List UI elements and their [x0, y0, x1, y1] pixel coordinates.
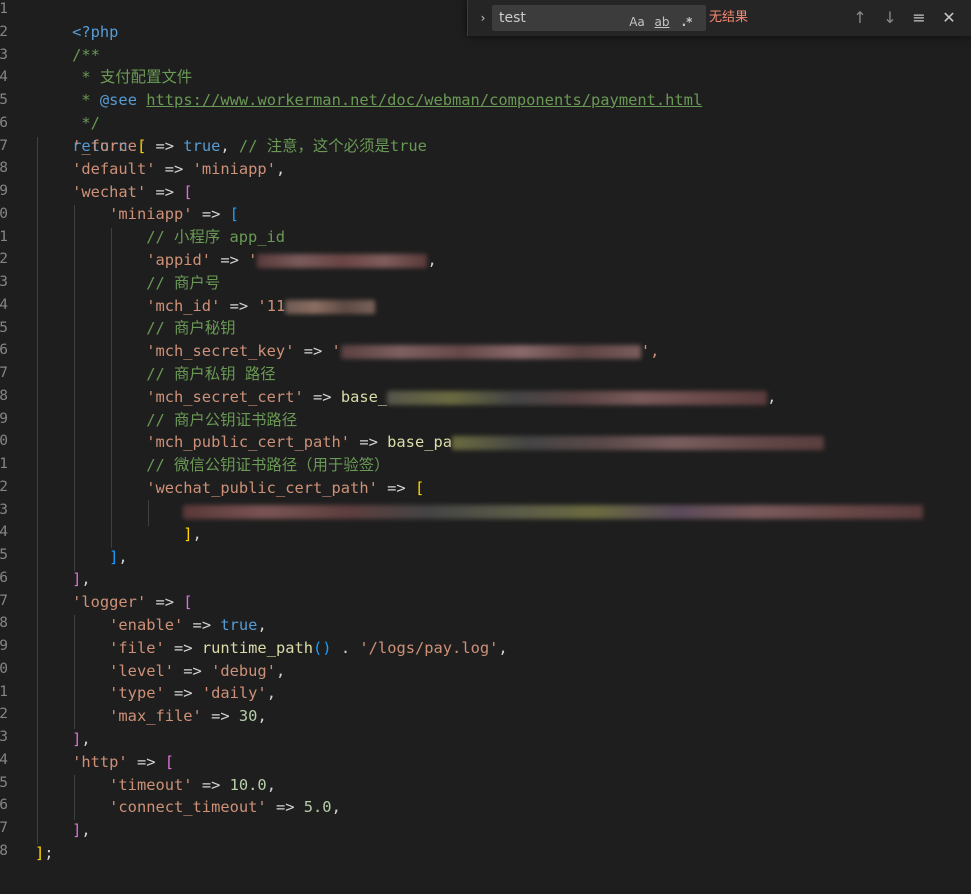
line-number: 8: [0, 842, 8, 859]
redacted-value: [452, 435, 825, 450]
redacted-value: [340, 344, 641, 359]
code-line: <?php: [35, 0, 118, 41]
line-number: 3: [0, 501, 8, 518]
line-number: 7: [0, 592, 8, 609]
line-number: 0: [0, 205, 8, 222]
code-line: 'mch_secret_cert' => base_,: [146, 388, 777, 406]
line-number: 9: [0, 410, 8, 427]
line-number: 2: [0, 23, 8, 40]
code-line: // 微信公钥证书路径（用于验签）: [146, 456, 390, 474]
doc-tag: @see: [99, 90, 137, 109]
line-number: 4: [0, 69, 8, 86]
line-number: 4: [0, 751, 8, 768]
line-number: 5: [0, 92, 8, 108]
line-number: 7: [0, 137, 8, 154]
code-line: 'mch_id' => '11: [35, 295, 376, 318]
line-number-gutter: 1 2 3 4 5 6 7 8 9 0 1 2 3 4 5 6 7 8 9 0 1 2 3 4 5 6 7 8 9 0 1 2 3 4 5 6 7 8: [0, 0, 18, 894]
code-line: 'file' => runtime_path() . '/logs/pay.lo…: [109, 639, 508, 657]
code-line: 'miniapp' => [: [109, 205, 239, 223]
line-number: 5: [0, 547, 8, 563]
code-line: 'wechat_public_cert_path' => [: [146, 479, 425, 497]
line-number: 3: [0, 46, 8, 63]
line-number: 0: [0, 433, 8, 450]
regex-icon[interactable]: .*: [678, 10, 696, 34]
code-line: return [: [72, 136, 147, 155]
code-line: // 小程序 app_id: [146, 228, 286, 246]
redacted-value: [183, 504, 924, 519]
line-number: 9: [0, 183, 8, 199]
line-number: 1: [0, 683, 8, 700]
code-line: 'appid' => ',: [146, 251, 437, 269]
code-line: /**: [35, 21, 100, 64]
code-line: // 商户秘钥: [146, 319, 236, 337]
line-number: 2: [0, 478, 8, 495]
line-number: 8: [0, 387, 8, 404]
line-number: 4: [0, 524, 8, 541]
line-number: 9: [0, 638, 8, 654]
line-number: 2: [0, 251, 8, 268]
code-editor[interactable]: 1 2 3 4 5 6 7 8 9 0 1 2 3 4 5 6 7 8 9 0 1 2 3 4 5 6 7 8 9 0 1 2 3 4 5 6 7 8 <…: [0, 0, 971, 894]
line-number: 0: [0, 660, 8, 677]
code-line: 'level' => 'debug',: [109, 662, 286, 680]
redacted-value: [387, 390, 768, 405]
line-number: 1: [0, 456, 8, 472]
find-in-selection-button[interactable]: ≡: [908, 7, 930, 29]
next-match-button[interactable]: ↓: [879, 7, 901, 29]
code-line: 'type' => 'daily',: [109, 684, 276, 702]
previous-match-button[interactable]: ↑: [849, 7, 871, 29]
code-line: 'timeout' => 10.0,: [109, 776, 276, 794]
code-line: */: [72, 113, 100, 132]
find-widget: › test Aa ab .* 无结果 ↑ ↓ ≡ ✕: [467, 0, 971, 36]
line-number: 7: [0, 820, 8, 836]
code-line: 'wechat' => [: [72, 183, 193, 201]
code-line: // 商户号: [146, 274, 221, 292]
line-number: 3: [0, 729, 8, 745]
code-line: ],: [109, 548, 128, 566]
line-number: 3: [0, 274, 8, 290]
code-line: 'connect_timeout' => 5.0,: [109, 798, 341, 816]
line-number: 2: [0, 706, 8, 723]
line-number: 5: [0, 774, 8, 791]
code-line: ],: [72, 730, 91, 748]
line-number: 6: [0, 569, 8, 586]
match-status: 无结果: [709, 10, 749, 25]
line-number: 6: [0, 114, 8, 131]
doc-link[interactable]: https://www.workerman.net/doc/webman/com…: [146, 91, 702, 109]
line-number: 8: [0, 160, 8, 177]
code-line: ],: [72, 821, 91, 839]
code-line: 'default' => 'miniapp',: [72, 160, 286, 178]
code-line: 'max_file' => 30,: [109, 707, 267, 725]
code-line: 'enable' => true,: [109, 616, 267, 634]
code-line: [35, 500, 924, 523]
line-number: 1: [0, 1, 8, 17]
line-number: 6: [0, 797, 8, 814]
line-number: 6: [0, 342, 8, 359]
whole-word-icon[interactable]: ab: [652, 10, 672, 34]
close-find-button[interactable]: ✕: [938, 7, 960, 29]
code-line: // 商户私钥 路径: [146, 365, 276, 383]
code-line: // 商户公钥证书路径: [146, 411, 298, 429]
redacted-value: [257, 253, 428, 268]
code-line: ],: [72, 570, 91, 588]
find-input[interactable]: test Aa ab .*: [492, 5, 706, 31]
code-line: 'mch_public_cert_path' => base_pa: [35, 431, 825, 454]
match-case-icon[interactable]: Aa: [628, 10, 646, 34]
find-query: test: [499, 10, 526, 26]
line-number: 7: [0, 365, 8, 381]
code-line: 'mch_secret_key' => ' ',: [146, 342, 660, 360]
code-line: 'http' => [: [72, 753, 175, 771]
code-line: '_force' => true, // 注意，这个必须是true: [72, 137, 427, 155]
code-line: ],: [183, 525, 202, 543]
redacted-value: [285, 299, 376, 314]
code-line: 'logger' => [: [72, 593, 193, 611]
code-line: ];: [35, 844, 54, 862]
code-line: * 支付配置文件: [72, 67, 193, 86]
chevron-right-icon[interactable]: ›: [475, 8, 491, 28]
line-number: 5: [0, 319, 8, 336]
line-number: 1: [0, 228, 8, 245]
code-line: * @see https://www.workerman.net/doc/web…: [72, 90, 703, 109]
line-number: 8: [0, 615, 8, 632]
line-number: 4: [0, 296, 8, 313]
